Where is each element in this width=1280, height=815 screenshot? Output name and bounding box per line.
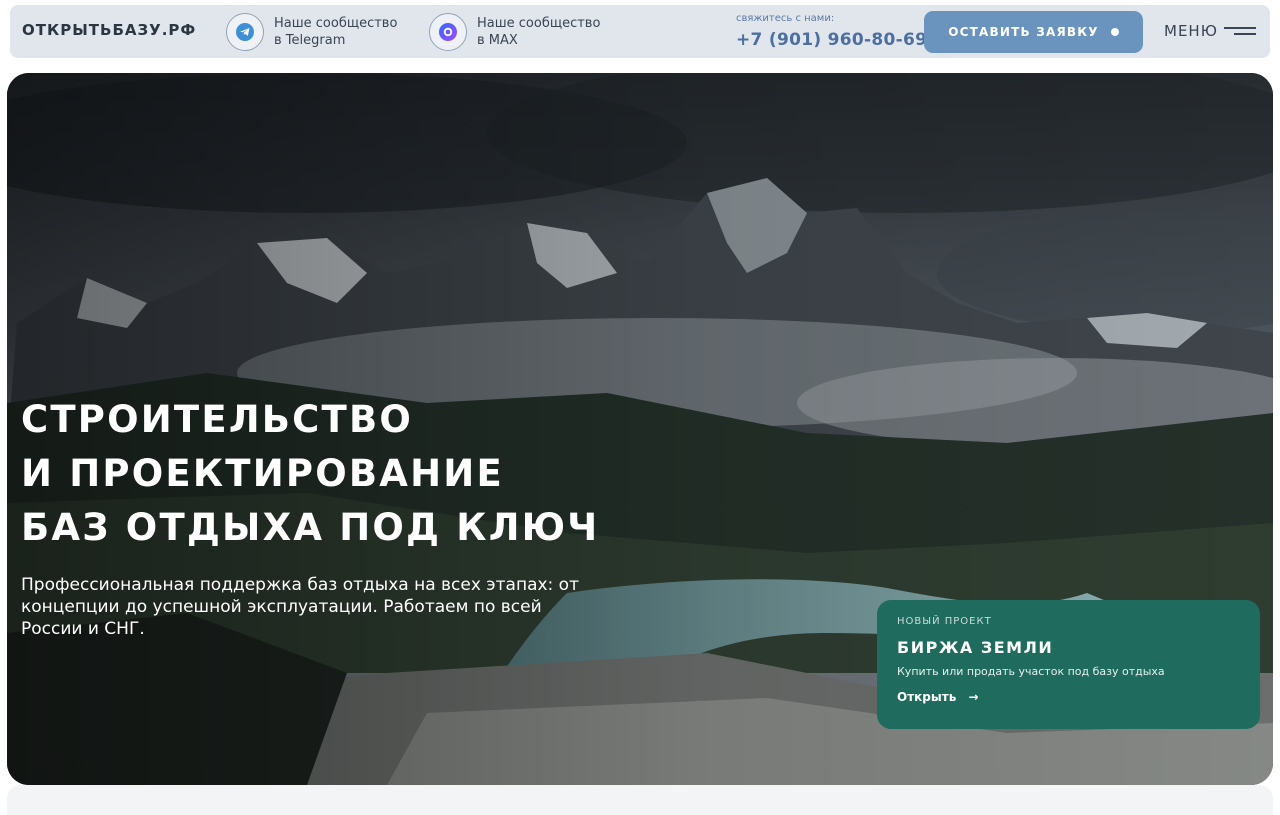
max-line2: в MAX — [477, 33, 518, 48]
land-exchange-card[interactable]: НОВЫЙ ПРОЕКТ БИРЖА ЗЕМЛИ Купить или прод… — [877, 600, 1260, 729]
card-open-label: Открыть — [897, 690, 957, 704]
card-kicker: НОВЫЙ ПРОЕКТ — [897, 616, 992, 627]
telegram-line2: в Telegram — [274, 33, 346, 48]
max-icon — [439, 23, 457, 41]
contact-label: свяжитесь с нами: — [736, 13, 835, 24]
leave-request-label: ОСТАВИТЬ ЗАЯВКУ — [948, 25, 1099, 39]
hero-section: СТРОИТЕЛЬСТВО И ПРОЕКТИРОВАНИЕ БАЗ ОТДЫХ… — [7, 73, 1273, 785]
max-community-link[interactable]: Наше сообщество в MAX — [429, 13, 600, 51]
hero-title-line2: И ПРОЕКТИРОВАНИЕ — [21, 452, 504, 495]
telegram-line1: Наше сообщество — [274, 16, 398, 31]
hero-title-line3: БАЗ ОТДЫХА ПОД КЛЮЧ — [21, 506, 600, 549]
max-community-text: Наше сообщество в MAX — [477, 15, 600, 49]
phone-link[interactable]: +7 (901) 960-80-69 — [736, 30, 927, 50]
next-section-edge — [7, 785, 1273, 815]
telegram-icon — [236, 23, 254, 41]
card-open-link[interactable]: Открыть → — [897, 690, 1240, 704]
hero-title: СТРОИТЕЛЬСТВО И ПРОЕКТИРОВАНИЕ БАЗ ОТДЫХ… — [21, 393, 599, 555]
max-icon-circle — [429, 13, 467, 51]
menu-button[interactable]: МЕНЮ — [1164, 22, 1256, 40]
logo[interactable]: ОТКРЫТЬБАЗУ.РФ — [22, 21, 196, 39]
menu-label: МЕНЮ — [1164, 22, 1218, 40]
menu-icon — [1223, 26, 1256, 36]
telegram-community-text: Наше сообщество в Telegram — [274, 15, 397, 49]
site-header: ОТКРЫТЬБАЗУ.РФ Наше сообщество в Telegra… — [10, 5, 1270, 58]
telegram-community-link[interactable]: Наше сообщество в Telegram — [226, 13, 397, 51]
telegram-icon-circle — [226, 13, 264, 51]
max-line1: Наше сообщество — [477, 16, 601, 31]
hero-subtitle: Профессиональная поддержка баз отдыха на… — [21, 575, 579, 639]
leave-request-button[interactable]: ОСТАВИТЬ ЗАЯВКУ — [924, 11, 1143, 53]
card-description: Купить или продать участок под базу отды… — [897, 665, 1165, 678]
card-title: БИРЖА ЗЕМЛИ — [897, 638, 1054, 657]
arrow-right-icon: → — [968, 690, 979, 704]
hero-title-line1: СТРОИТЕЛЬСТВО — [21, 398, 414, 441]
dot-icon — [1110, 28, 1119, 36]
